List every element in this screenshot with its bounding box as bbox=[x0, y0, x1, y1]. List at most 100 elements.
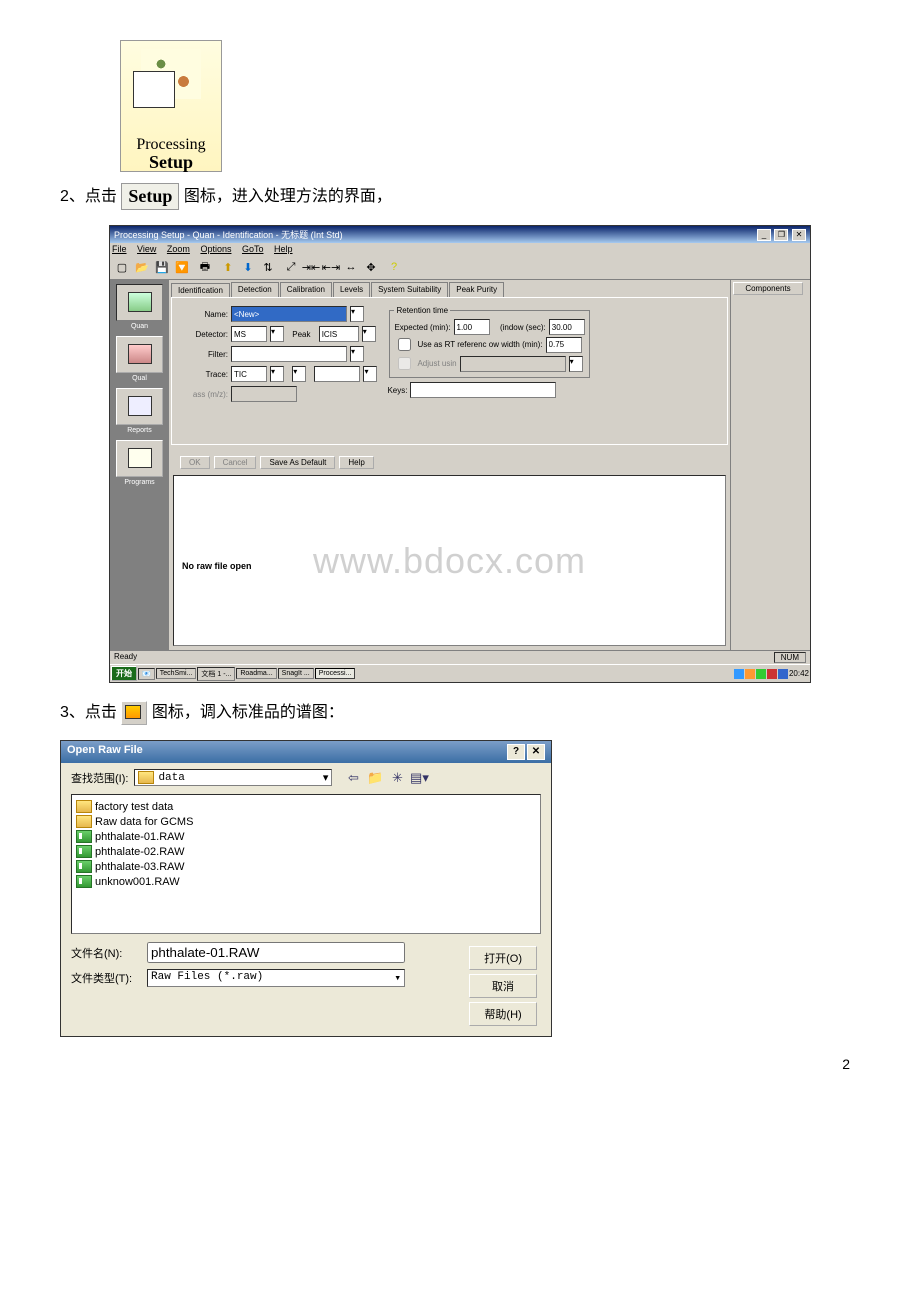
menu-zoom[interactable]: Zoom bbox=[167, 244, 190, 254]
filetype-dropdown[interactable]: ▾ bbox=[394, 971, 401, 985]
menu-goto[interactable]: GoTo bbox=[242, 244, 264, 254]
expected-input[interactable] bbox=[454, 319, 490, 335]
step-3-text: 3、点击 图标，调入标准品的谱图： bbox=[60, 698, 860, 725]
peak-dropdown[interactable]: ▾ bbox=[362, 326, 376, 342]
close-button[interactable]: ✕ bbox=[792, 229, 806, 241]
filter-input[interactable] bbox=[231, 346, 347, 362]
list-item[interactable]: Raw data for GCMS bbox=[76, 814, 536, 829]
list-item[interactable]: unknow001.RAW bbox=[76, 874, 536, 889]
lookin-dropdown[interactable]: ▾ bbox=[323, 771, 329, 784]
import-icon[interactable]: 🔽 bbox=[172, 257, 192, 277]
start-button[interactable]: 开始 bbox=[111, 666, 137, 681]
task-doc1[interactable]: 文档 1 -... bbox=[197, 667, 235, 681]
task-snagit[interactable]: SnagIt ... bbox=[278, 668, 314, 679]
open-icon[interactable]: 📂 bbox=[132, 257, 152, 277]
filter-dropdown[interactable]: ▾ bbox=[350, 346, 364, 362]
tray-icon-5[interactable] bbox=[778, 669, 788, 679]
retention-time-fieldset: Retention time Expected (min): (indow (s… bbox=[389, 306, 589, 378]
up-arrow-icon[interactable]: ⬆ bbox=[218, 257, 238, 277]
detector-label: Detector: bbox=[180, 330, 228, 339]
tray-icon-1[interactable] bbox=[734, 669, 744, 679]
tray-icon-2[interactable] bbox=[745, 669, 755, 679]
filename-input[interactable] bbox=[147, 942, 405, 963]
trace-input[interactable] bbox=[231, 366, 267, 382]
quick-launch[interactable]: 📧 bbox=[138, 668, 155, 680]
dialog-close-button[interactable]: ✕ bbox=[527, 744, 545, 760]
step3-suffix: 图标，调入标准品的谱图： bbox=[152, 704, 344, 721]
help-button[interactable]: Help bbox=[339, 456, 373, 469]
components-tab[interactable]: Components bbox=[733, 282, 803, 295]
zoom-in-icon[interactable]: ⤢ bbox=[281, 257, 301, 277]
cancel-button: Cancel bbox=[214, 456, 257, 469]
no-file-label: No raw file open bbox=[182, 561, 252, 571]
up-folder-icon[interactable]: 📁 bbox=[366, 770, 384, 786]
adjust-checkbox[interactable] bbox=[398, 357, 411, 370]
updown-icon[interactable]: ⇅ bbox=[258, 257, 278, 277]
task-roadmap[interactable]: Roadma... bbox=[236, 668, 276, 679]
filename-label: 文件名(N): bbox=[71, 945, 141, 961]
name-dropdown[interactable]: ▾ bbox=[350, 306, 364, 322]
fit-h-icon[interactable]: ↔ bbox=[341, 257, 361, 277]
tab-peak-purity[interactable]: Peak Purity bbox=[449, 282, 504, 297]
sidebar-quan[interactable] bbox=[116, 284, 163, 321]
menu-help[interactable]: Help bbox=[274, 244, 293, 254]
tab-levels[interactable]: Levels bbox=[333, 282, 370, 297]
name-input[interactable] bbox=[231, 306, 347, 322]
file-name: factory test data bbox=[95, 801, 173, 813]
sidebar-qual[interactable] bbox=[116, 336, 163, 373]
list-item[interactable]: phthalate-01.RAW bbox=[76, 829, 536, 844]
menu-file[interactable]: File bbox=[112, 244, 127, 254]
cancel-dialog-button[interactable]: 取消 bbox=[469, 974, 537, 998]
new-folder-icon[interactable]: ✳ bbox=[388, 770, 406, 786]
sidebar-programs[interactable] bbox=[116, 440, 163, 477]
help-icon[interactable]: ? bbox=[384, 257, 404, 277]
trace2-input[interactable] bbox=[314, 366, 360, 382]
use-rt-input[interactable] bbox=[546, 337, 582, 353]
collapse-h-icon[interactable]: ⇥⇤ bbox=[301, 257, 321, 277]
back-icon[interactable]: ⇦ bbox=[344, 770, 362, 786]
help-dialog-button[interactable]: 帮助(H) bbox=[469, 1002, 537, 1026]
task-techsmith[interactable]: TechSmi... bbox=[156, 668, 197, 679]
menu-view[interactable]: View bbox=[137, 244, 156, 254]
list-item[interactable]: phthalate-02.RAW bbox=[76, 844, 536, 859]
tray-icon-3[interactable] bbox=[756, 669, 766, 679]
list-item[interactable]: factory test data bbox=[76, 799, 536, 814]
maximize-button[interactable]: ❐ bbox=[774, 229, 788, 241]
detector-dropdown[interactable]: ▾ bbox=[270, 326, 284, 342]
expand-h-icon[interactable]: ⇤⇥ bbox=[321, 257, 341, 277]
tray-icon-4[interactable] bbox=[767, 669, 777, 679]
task-processing[interactable]: Processi... bbox=[315, 668, 356, 679]
print-icon[interactable]: 🖶 bbox=[195, 257, 215, 277]
list-item[interactable]: phthalate-03.RAW bbox=[76, 859, 536, 874]
down-arrow-icon[interactable]: ⬇ bbox=[238, 257, 258, 277]
open-button[interactable]: 打开(O) bbox=[469, 946, 537, 970]
trace-op-dropdown[interactable]: ▾ bbox=[292, 366, 306, 382]
tab-system-suitability[interactable]: System Suitability bbox=[371, 282, 448, 297]
trace-dropdown[interactable]: ▾ bbox=[270, 366, 284, 382]
minimize-button[interactable]: _ bbox=[757, 229, 771, 241]
keys-input[interactable] bbox=[410, 382, 556, 398]
dialog-help-button[interactable]: ? bbox=[507, 744, 525, 760]
use-rt-checkbox[interactable] bbox=[398, 338, 411, 351]
window-input[interactable] bbox=[549, 319, 585, 335]
file-list[interactable]: factory test data Raw data for GCMS phth… bbox=[71, 794, 541, 934]
save-icon[interactable]: 💾 bbox=[152, 257, 172, 277]
folder-icon bbox=[76, 815, 92, 828]
tab-detection[interactable]: Detection bbox=[231, 282, 279, 297]
sidebar-reports[interactable] bbox=[116, 388, 163, 425]
file-name: phthalate-01.RAW bbox=[95, 831, 184, 843]
save-default-button[interactable]: Save As Default bbox=[260, 456, 335, 469]
view-menu-icon[interactable]: ▤▾ bbox=[410, 770, 428, 786]
new-icon[interactable]: ▢ bbox=[112, 257, 132, 277]
peak-label: Peak bbox=[292, 330, 310, 339]
tab-calibration[interactable]: Calibration bbox=[280, 282, 332, 297]
trace2-dropdown[interactable]: ▾ bbox=[363, 366, 377, 382]
sidebar-quan-label: Quan bbox=[131, 323, 148, 330]
detector-input[interactable] bbox=[231, 326, 267, 342]
fit-all-icon[interactable]: ✥ bbox=[361, 257, 381, 277]
filetype-label: 文件类型(T): bbox=[71, 970, 141, 986]
components-panel: Components bbox=[730, 280, 810, 650]
menu-options[interactable]: Options bbox=[200, 244, 231, 254]
tab-identification[interactable]: Identification bbox=[171, 283, 230, 298]
peak-input[interactable] bbox=[319, 326, 359, 342]
